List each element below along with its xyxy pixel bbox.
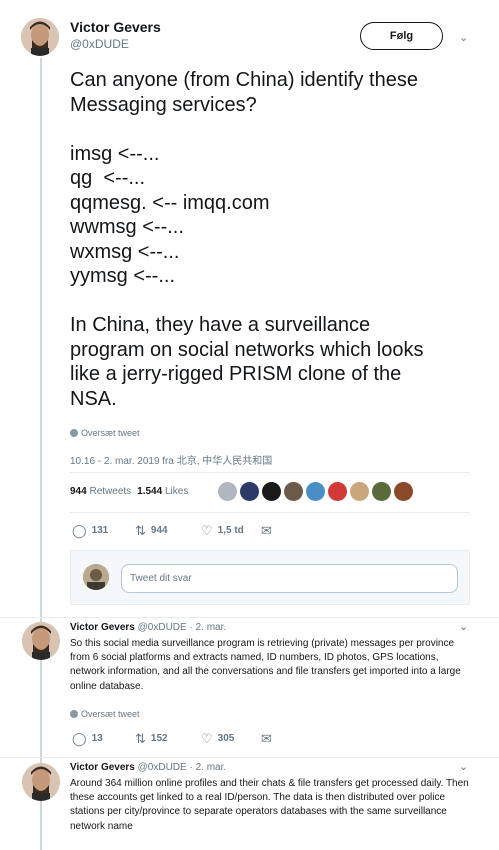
translate-label: Oversæt tweet bbox=[81, 709, 140, 719]
likes-stat[interactable]: 1.544 Likes bbox=[137, 486, 188, 497]
liker-avatar[interactable] bbox=[372, 482, 391, 501]
tweet-timestamp[interactable]: 10.16 - 2. mar. 2019 fra 北京, 中华人民共和国 bbox=[70, 452, 272, 467]
tweet-text: Can anyone (from China) identify these M… bbox=[70, 69, 424, 410]
translate-link[interactable]: Oversæt tweet bbox=[70, 428, 140, 438]
retweet-button[interactable]: ⇅ 944 bbox=[135, 524, 201, 537]
reply-meta[interactable]: @0xDUDE · 2. mar. bbox=[138, 622, 227, 633]
author-avatar[interactable] bbox=[22, 622, 60, 660]
reply-text: So this social media surveillance progra… bbox=[70, 638, 461, 692]
thread-connector bbox=[40, 58, 42, 850]
liker-avatar[interactable] bbox=[328, 482, 347, 501]
author-name[interactable]: Victor Gevers bbox=[70, 622, 135, 633]
retweet-icon: ⇅ bbox=[135, 731, 146, 746]
user-avatar bbox=[83, 564, 109, 590]
translate-label: Oversæt tweet bbox=[81, 428, 140, 438]
author-avatar[interactable] bbox=[22, 763, 60, 801]
retweet-button[interactable]: ⇅ 152 bbox=[135, 732, 201, 745]
reply-input[interactable]: Tweet dit svar bbox=[121, 564, 458, 593]
chevron-down-icon[interactable]: ⌄ bbox=[459, 620, 468, 633]
reply-button[interactable]: ◯ 13 bbox=[72, 732, 135, 745]
tweet-stats: 944 Retweets 1.544 Likes bbox=[70, 486, 188, 497]
liker-avatar[interactable] bbox=[240, 482, 259, 501]
reply-header: Victor Gevers @0xDUDE · 2. mar. bbox=[70, 762, 226, 773]
author-handle[interactable]: @0xDUDE bbox=[70, 37, 129, 51]
liker-avatar[interactable] bbox=[284, 482, 303, 501]
reply-text: Around 364 million online profiles and t… bbox=[70, 778, 469, 832]
liker-avatar[interactable] bbox=[350, 482, 369, 501]
divider bbox=[70, 472, 470, 473]
globe-icon bbox=[70, 710, 78, 718]
reply-meta[interactable]: @0xDUDE · 2. mar. bbox=[138, 762, 227, 773]
envelope-icon: ✉ bbox=[261, 523, 272, 538]
author-avatar[interactable] bbox=[21, 18, 59, 56]
reply-icon: ◯ bbox=[72, 731, 87, 746]
globe-icon bbox=[70, 429, 78, 437]
translate-link[interactable]: Oversæt tweet bbox=[70, 709, 140, 719]
heart-icon: ♡ bbox=[201, 731, 213, 746]
divider bbox=[70, 512, 470, 513]
dm-button[interactable]: ✉ bbox=[261, 524, 272, 537]
liker-avatar[interactable] bbox=[394, 482, 413, 501]
envelope-icon: ✉ bbox=[261, 731, 272, 746]
separator bbox=[0, 617, 499, 618]
tweet-actions: ◯ 13 ⇅ 152 ♡ 305 ✉ bbox=[72, 732, 272, 745]
reply-icon: ◯ bbox=[72, 523, 87, 538]
reply-button[interactable]: ◯ 131 bbox=[72, 524, 135, 537]
tweet-actions: ◯ 131 ⇅ 944 ♡ 1,5 td ✉ bbox=[72, 524, 272, 537]
liker-avatars bbox=[218, 482, 413, 501]
chevron-down-icon[interactable]: ⌄ bbox=[459, 760, 468, 773]
heart-icon: ♡ bbox=[201, 523, 213, 538]
liker-avatar[interactable] bbox=[262, 482, 281, 501]
retweet-icon: ⇅ bbox=[135, 523, 146, 538]
author-name[interactable]: Victor Gevers bbox=[70, 19, 161, 35]
liker-avatar[interactable] bbox=[218, 482, 237, 501]
dm-button[interactable]: ✉ bbox=[261, 732, 272, 745]
like-button[interactable]: ♡ 305 bbox=[201, 732, 261, 745]
chevron-down-icon[interactable]: ⌄ bbox=[459, 31, 468, 44]
follow-button[interactable]: Følg bbox=[360, 22, 443, 50]
reply-header: Victor Gevers @0xDUDE · 2. mar. bbox=[70, 622, 226, 633]
author-name[interactable]: Victor Gevers bbox=[70, 762, 135, 773]
reply-composer: Tweet dit svar bbox=[70, 550, 470, 605]
separator bbox=[0, 757, 499, 758]
like-button[interactable]: ♡ 1,5 td bbox=[201, 524, 261, 537]
liker-avatar[interactable] bbox=[306, 482, 325, 501]
retweets-stat[interactable]: 944 Retweets bbox=[70, 486, 131, 497]
